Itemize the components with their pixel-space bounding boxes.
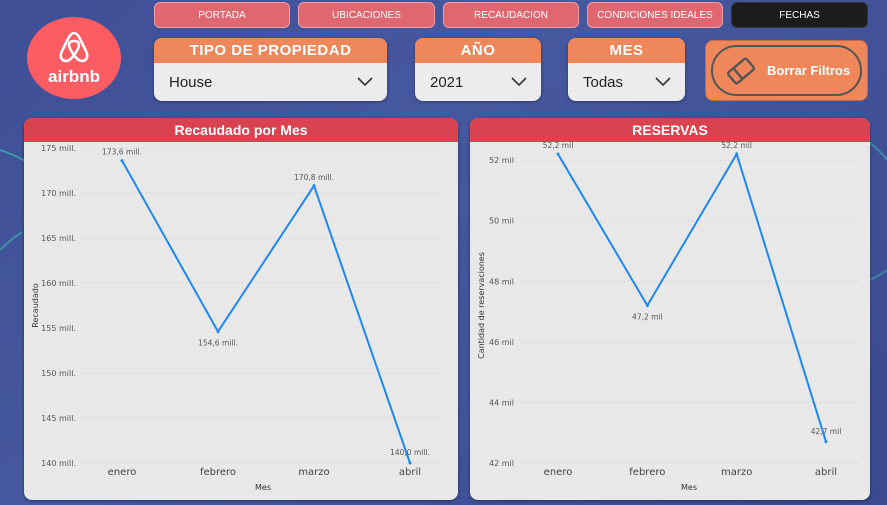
data-label: 154,6 mill. — [198, 339, 238, 348]
filter-mes-value: Todas — [583, 73, 624, 91]
nav-button-fechas[interactable]: FECHAS — [731, 2, 868, 28]
y-tick-label: 46 mil — [489, 338, 514, 347]
data-point — [824, 440, 828, 444]
data-point — [120, 159, 124, 163]
y-tick-label: 175 mill. — [41, 144, 76, 153]
filter-anio: AÑO 2021 — [415, 38, 541, 101]
y-tick-label: 140 mill. — [41, 459, 76, 468]
logo-text: airbnb — [48, 67, 100, 86]
x-tick-label: enero — [108, 467, 137, 478]
chart-reservas: 42 mil 44 mil 46 mil 48 mil 50 mil 52 mil ener… — [477, 141, 858, 492]
data-label: 170,8 mill. — [294, 173, 334, 182]
y-axis-label: Recaudado — [31, 283, 40, 328]
y-tick-label: 50 mil — [489, 217, 514, 226]
chevron-down-icon — [511, 77, 527, 87]
y-tick-label: 52 mil — [489, 156, 514, 165]
clear-filters-label: Borrar Filtros — [767, 63, 851, 78]
filter-tipo-label: TIPO DE PROPIEDAD — [154, 38, 387, 63]
filter-mes-dropdown[interactable]: Todas — [568, 63, 685, 101]
data-label: 52,2 mil — [721, 141, 752, 150]
y-tick-label: 165 mill. — [41, 234, 76, 243]
x-tick-label: enero — [544, 467, 573, 478]
x-tick-label: abril — [399, 467, 421, 478]
y-tick-label: 170 mill. — [41, 189, 76, 198]
clear-filters-inner: Borrar Filtros — [711, 45, 862, 96]
eraser-icon — [726, 57, 756, 84]
data-label: 173,6 mill. — [102, 148, 142, 157]
chevron-down-icon — [357, 77, 373, 87]
clear-filters-button[interactable]: Borrar Filtros — [705, 40, 868, 101]
airbnb-belo-icon — [59, 31, 89, 63]
filter-anio-label: AÑO — [415, 38, 541, 63]
series-line — [557, 151, 827, 443]
nav-button-ubicaciones[interactable]: UBICACIONES — [298, 2, 435, 28]
y-tick-label: 150 mill. — [41, 369, 76, 378]
chart-panel-reservas: RESERVAS 42 mil 44 mil 46 mil 48 mil 50 mil 5… — [470, 118, 870, 500]
data-point — [408, 461, 412, 465]
y-axis-label: Cantidad de reservaciones — [477, 252, 486, 359]
y-tick-label: 44 mil — [489, 398, 514, 407]
filter-tipo-dropdown[interactable]: House — [154, 63, 387, 101]
data-label: 47,2 mil — [632, 313, 663, 322]
data-label: 140,0 mill. — [390, 448, 430, 457]
data-point — [216, 330, 220, 334]
nav-button-condiciones-ideales[interactable]: CONDICIONES IDEALES — [587, 2, 723, 28]
data-point — [645, 304, 649, 307]
y-tick-label: 155 mill. — [41, 324, 76, 333]
y-tick-label: 145 mill. — [41, 414, 76, 423]
x-tick-label: febrero — [629, 467, 665, 478]
chart-panel-recaudado: Recaudado por Mes 140 mill. 145 mill. 150 … — [24, 118, 458, 500]
x-tick-label: marzo — [298, 467, 329, 478]
x-axis-label: Mes — [681, 483, 697, 492]
data-point — [312, 184, 316, 188]
airbnb-logo: airbnb — [27, 17, 121, 99]
filter-tipo-propiedad: TIPO DE PROPIEDAD House — [154, 38, 387, 101]
data-point — [735, 152, 739, 156]
y-tick-label: 42 mil — [489, 459, 514, 468]
data-label: 42,7 mil — [811, 427, 842, 436]
x-tick-label: febrero — [200, 467, 236, 478]
y-tick-label: 48 mil — [489, 277, 514, 286]
filter-mes: MES Todas — [568, 38, 685, 101]
chart-recaudado: 140 mill. 145 mill. 150 mill. 155 mill. 160 … — [31, 144, 444, 492]
x-tick-label: marzo — [721, 467, 752, 478]
nav-button-portada[interactable]: PORTADA — [154, 2, 290, 28]
filter-anio-value: 2021 — [430, 73, 464, 91]
filter-tipo-value: House — [169, 73, 213, 91]
filter-mes-label: MES — [568, 38, 685, 63]
x-axis-label: Mes — [255, 483, 271, 492]
nav-button-recaudacion[interactable]: RECAUDACION — [443, 2, 579, 28]
data-point — [556, 152, 560, 156]
x-tick-label: abril — [815, 467, 837, 478]
y-tick-label: 160 mill. — [41, 279, 76, 288]
data-label: 52,2 mil — [543, 141, 574, 150]
chevron-down-icon — [655, 77, 671, 87]
filter-anio-dropdown[interactable]: 2021 — [415, 63, 541, 101]
